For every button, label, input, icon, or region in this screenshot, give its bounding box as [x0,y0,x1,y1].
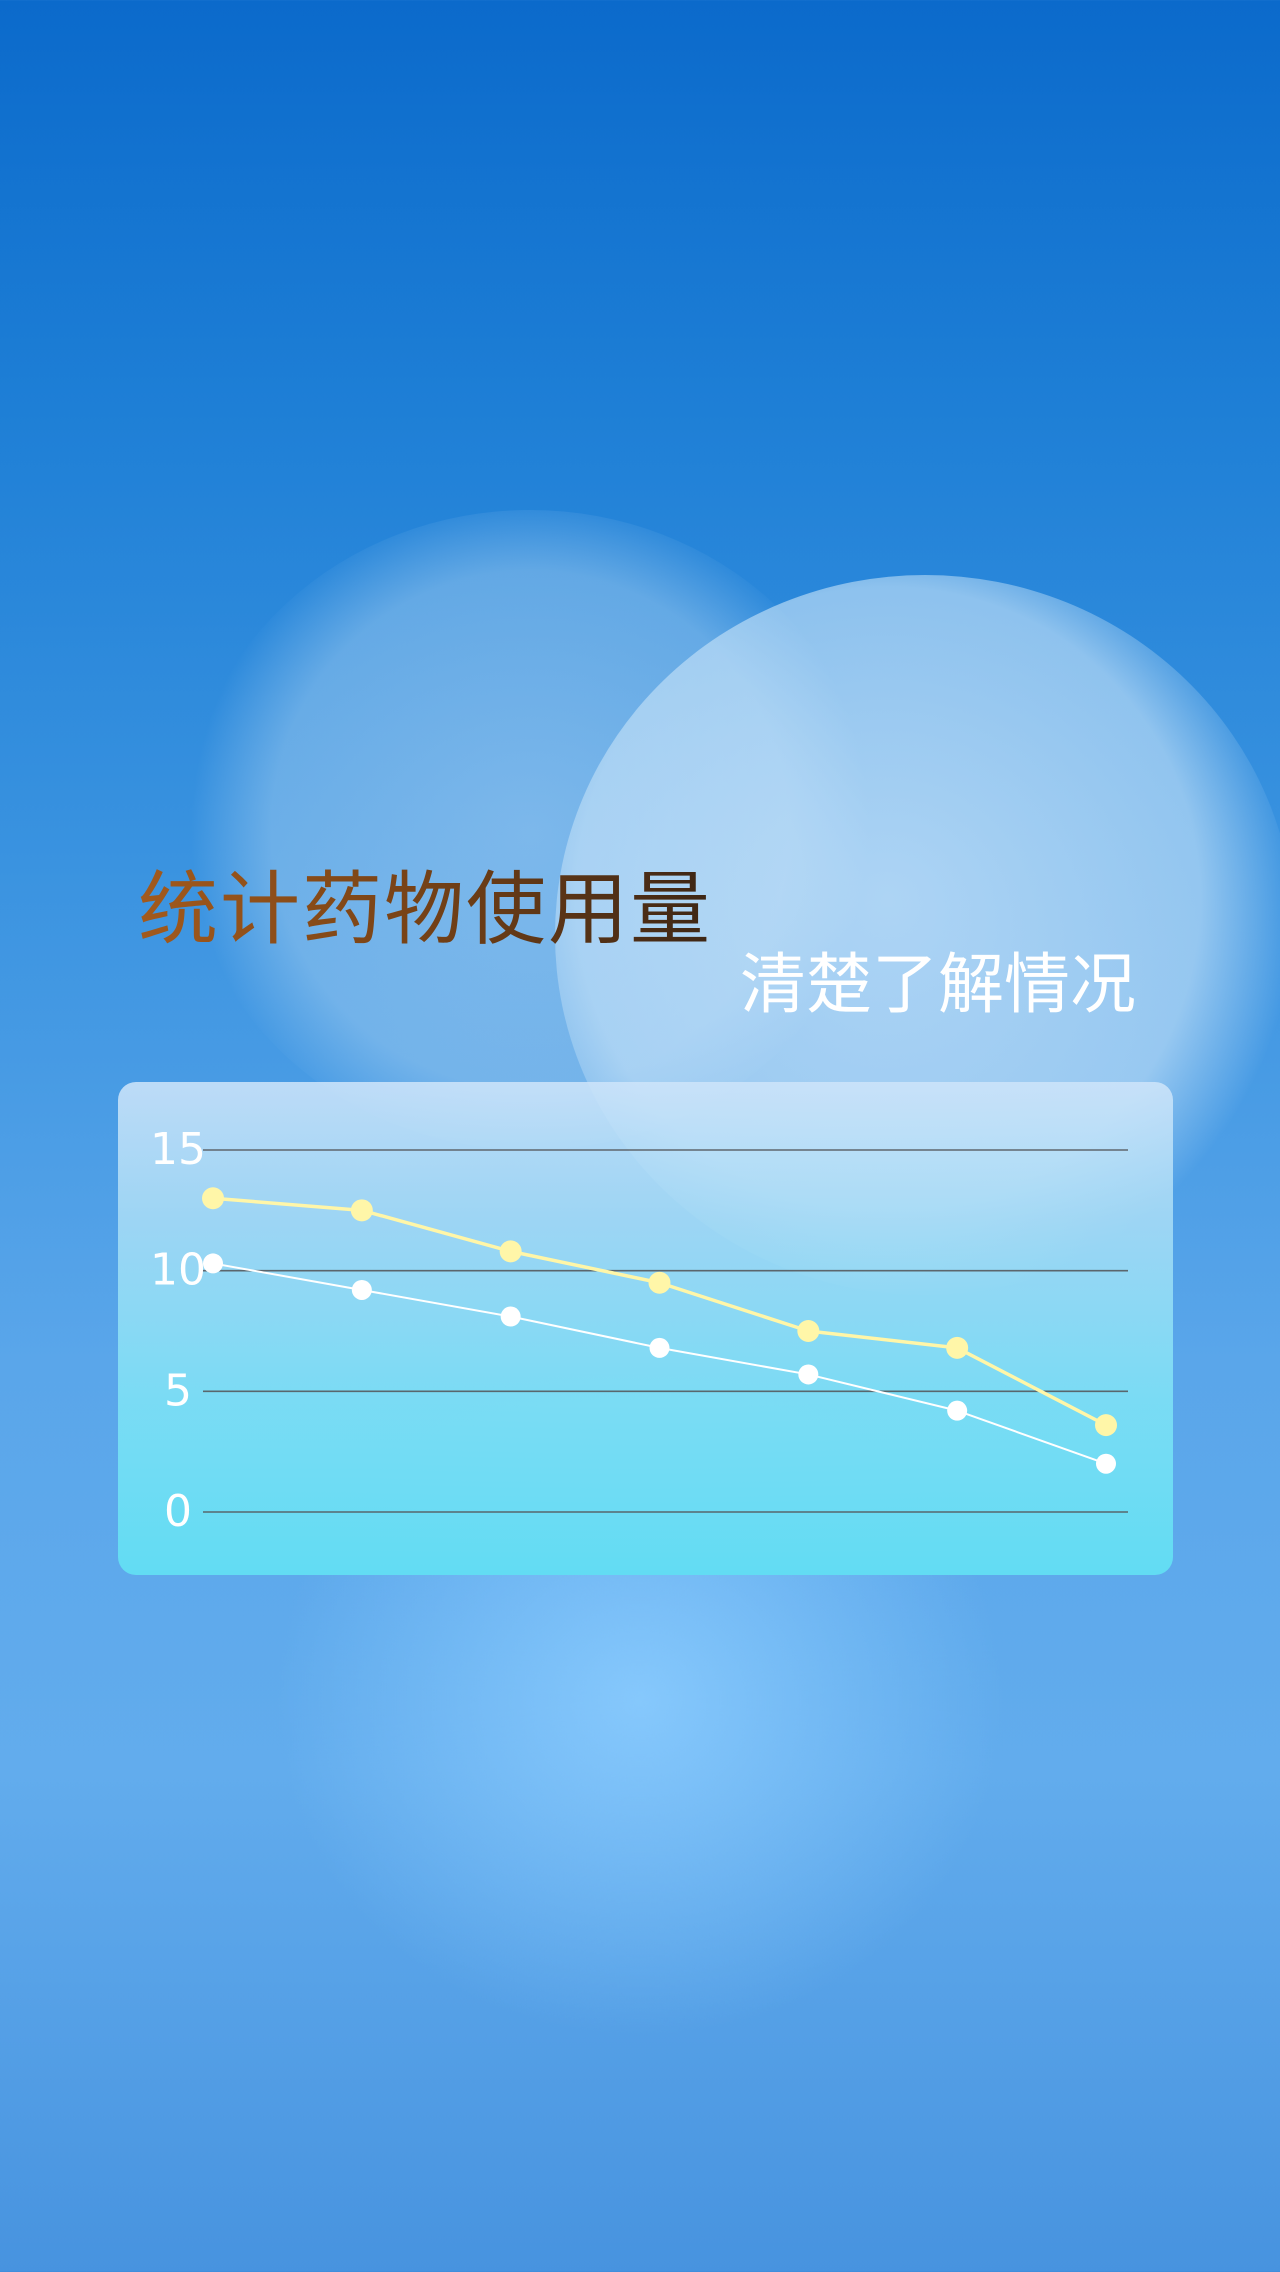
y-tick-label-10: 10 [150,1245,206,1296]
background-blob-left [185,510,875,1150]
series-2-point-5 [798,1364,819,1385]
page-subtitle: 清楚了解情况 [740,946,1136,1023]
page-title: 统计药物使用量 [138,855,712,965]
y-tick-label-15: 15 [150,1124,206,1175]
y-tick-label-0: 0 [164,1486,192,1537]
series-layer [202,1187,1117,1474]
series-2-point-2 [351,1279,372,1300]
grid-layer [203,1149,1128,1513]
series-2-point-4 [649,1337,670,1358]
series-2-point-7 [1096,1453,1116,1474]
series-1-point-5 [797,1320,820,1342]
series-1-point-3 [499,1240,522,1263]
series-1-point-2 [350,1199,373,1222]
series-1-point-4 [648,1271,671,1294]
y-tick-label-5: 5 [164,1365,192,1416]
line-chart: 0 5 10 15 [150,1124,1128,1537]
series-1-point-7 [1095,1414,1117,1437]
series-1-point-1 [202,1187,224,1210]
series-2-point-1 [203,1253,223,1274]
series-2-point-3 [500,1306,521,1327]
y-axis-ticks: 0 5 10 15 [150,1124,206,1537]
chart-card: 0 5 10 15 [118,1082,1173,1575]
series-1-point-6 [946,1336,969,1359]
series-2-point-6 [947,1400,968,1421]
